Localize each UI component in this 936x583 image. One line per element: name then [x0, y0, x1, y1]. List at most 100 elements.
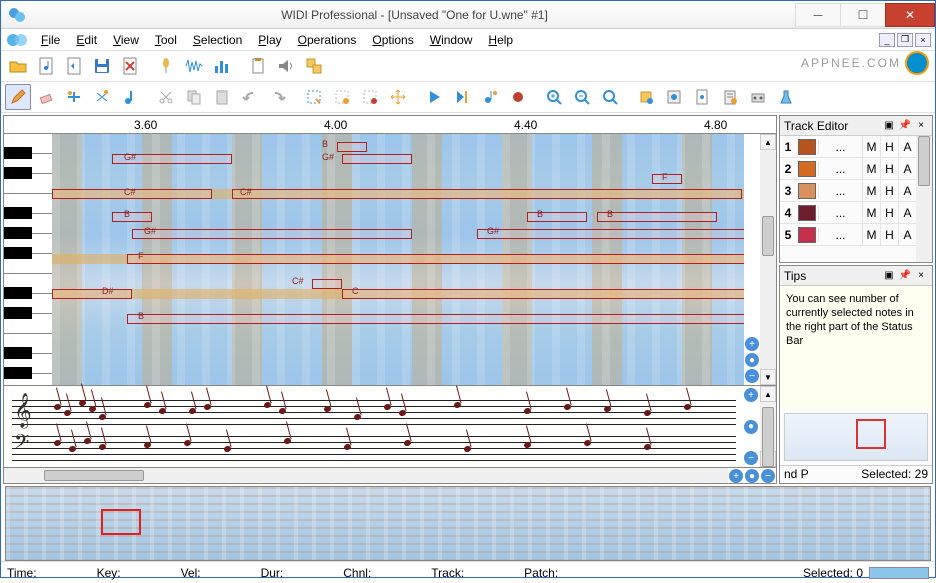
zoom-in-button[interactable]	[541, 84, 567, 110]
status-key: Key:	[97, 566, 121, 580]
save-button[interactable]	[89, 53, 115, 79]
play-button[interactable]	[421, 84, 447, 110]
menu-play[interactable]: Play	[250, 31, 289, 49]
tips-pin-icon[interactable]: 📌	[898, 269, 912, 283]
paste-button[interactable]	[209, 84, 235, 110]
move-button[interactable]	[385, 84, 411, 110]
toolbar-1: APPNEE.COM	[1, 51, 935, 82]
mdi-close-button[interactable]: ×	[915, 33, 931, 47]
zoom-v-minus-button[interactable]: −	[745, 369, 759, 383]
note-tool-button[interactable]	[117, 84, 143, 110]
globe-icon	[905, 51, 929, 75]
status-patch: Patch:	[524, 566, 558, 580]
eraser-tool-button[interactable]	[33, 84, 59, 110]
piano-keyboard[interactable]	[4, 134, 52, 385]
menu-view[interactable]: View	[105, 31, 147, 49]
staff-view[interactable]: 𝄞𝄢 +●− ▲▼	[4, 385, 776, 467]
staff-scrollbar[interactable]: ▲▼	[760, 386, 776, 467]
h-zoom-minus[interactable]: −	[761, 469, 775, 483]
zoom-fit-button[interactable]	[597, 84, 623, 110]
panel-menu-icon[interactable]: ▣	[882, 119, 896, 133]
minimize-button[interactable]: ─	[795, 3, 841, 27]
mic-button[interactable]	[153, 53, 179, 79]
menu-selection[interactable]: Selection	[185, 31, 250, 49]
time-ruler[interactable]: 3.60 4.00 4.40 4.80	[4, 116, 776, 134]
menu-edit[interactable]: Edit	[68, 31, 105, 49]
tool-3-button[interactable]	[689, 84, 715, 110]
track-row[interactable]: 1...MHA	[780, 136, 916, 158]
window-title: WIDI Professional - [Unsaved "One for U.…	[33, 8, 796, 22]
zoom-v-fit-button[interactable]: ●	[745, 353, 759, 367]
settings-button[interactable]	[745, 84, 771, 110]
select-add-button[interactable]	[329, 84, 355, 110]
cut-button[interactable]	[153, 84, 179, 110]
overview-strip[interactable]	[5, 486, 931, 561]
status-track: Track:	[431, 566, 464, 580]
undo-button[interactable]	[237, 84, 263, 110]
menu-options[interactable]: Options	[364, 31, 421, 49]
staff-zoom-minus[interactable]: −	[744, 451, 758, 465]
tips-preview	[784, 413, 928, 461]
speaker-button[interactable]	[273, 53, 299, 79]
select-rect-button[interactable]	[301, 84, 327, 110]
mdi-minimize-button[interactable]: _	[879, 33, 895, 47]
tool-4-button[interactable]	[717, 84, 743, 110]
delete-button[interactable]	[117, 53, 143, 79]
panel-pin-icon[interactable]: 📌	[898, 119, 912, 133]
copy-button[interactable]	[181, 84, 207, 110]
panel-close-icon[interactable]: ×	[914, 119, 928, 133]
tips-close-icon[interactable]: ×	[914, 269, 928, 283]
menu-tool[interactable]: Tool	[147, 31, 185, 49]
track-editor-title: Track Editor	[784, 119, 880, 133]
menu-bar: FileEditViewToolSelectionPlayOperationsO…	[1, 29, 935, 51]
tips-menu-icon[interactable]: ▣	[882, 269, 896, 283]
open-button[interactable]	[5, 53, 31, 79]
status-vel: Vel:	[181, 566, 201, 580]
split-tool-button[interactable]	[61, 84, 87, 110]
clipboard-button[interactable]	[245, 53, 271, 79]
track-row[interactable]: 2...MHA	[780, 158, 916, 180]
play-note-button[interactable]	[477, 84, 503, 110]
app-icon	[7, 5, 27, 25]
flask-button[interactable]	[773, 84, 799, 110]
mdi-restore-button[interactable]: ❐	[897, 33, 913, 47]
redo-button[interactable]	[265, 84, 291, 110]
tool-2-button[interactable]	[661, 84, 687, 110]
zoom-v-plus-button[interactable]: +	[745, 337, 759, 351]
track-row[interactable]: 5...MHA	[780, 224, 916, 246]
eq-button[interactable]	[209, 53, 235, 79]
zoom-out-button[interactable]	[569, 84, 595, 110]
h-zoom-fit[interactable]: ●	[745, 469, 759, 483]
track-row[interactable]: 4...MHA	[780, 202, 916, 224]
menu-operations[interactable]: Operations	[290, 31, 365, 49]
pencil-tool-button[interactable]	[5, 84, 31, 110]
h-zoom-plus[interactable]: +	[729, 469, 743, 483]
sound-file-button[interactable]	[61, 53, 87, 79]
menu-window[interactable]: Window	[422, 31, 481, 49]
tips-body: You can see number of currently selected…	[780, 286, 932, 409]
maximize-button[interactable]: ☐	[840, 3, 886, 27]
status-dur: Dur:	[261, 566, 284, 580]
track-scrollbar[interactable]	[916, 136, 932, 262]
play-selection-button[interactable]	[449, 84, 475, 110]
status-chnl: Chnl:	[343, 566, 371, 580]
merge-tool-button[interactable]	[89, 84, 115, 110]
note-file-button[interactable]	[33, 53, 59, 79]
tool-1-button[interactable]	[633, 84, 659, 110]
status-time: Time:	[7, 566, 37, 580]
windows-button[interactable]	[301, 53, 327, 79]
track-row[interactable]: 3...MHA	[780, 180, 916, 202]
waveform-button[interactable]	[181, 53, 207, 79]
record-button[interactable]	[505, 84, 531, 110]
title-bar: WIDI Professional - [Unsaved "One for U.…	[1, 1, 935, 29]
watermark: APPNEE.COM	[801, 51, 929, 75]
piano-scrollbar[interactable]: ▲▼	[760, 134, 776, 385]
menu-help[interactable]: Help	[480, 31, 521, 49]
horizontal-scrollbar[interactable]	[4, 468, 728, 483]
staff-zoom-fit[interactable]: ●	[744, 420, 758, 434]
close-button[interactable]: ✕	[885, 3, 935, 27]
select-sub-button[interactable]	[357, 84, 383, 110]
menu-file[interactable]: File	[33, 31, 68, 49]
spectrogram-view[interactable]: G# B G# F C# C# B B B G# G# F C# D# C B	[52, 134, 744, 385]
staff-zoom-plus[interactable]: +	[744, 388, 758, 402]
